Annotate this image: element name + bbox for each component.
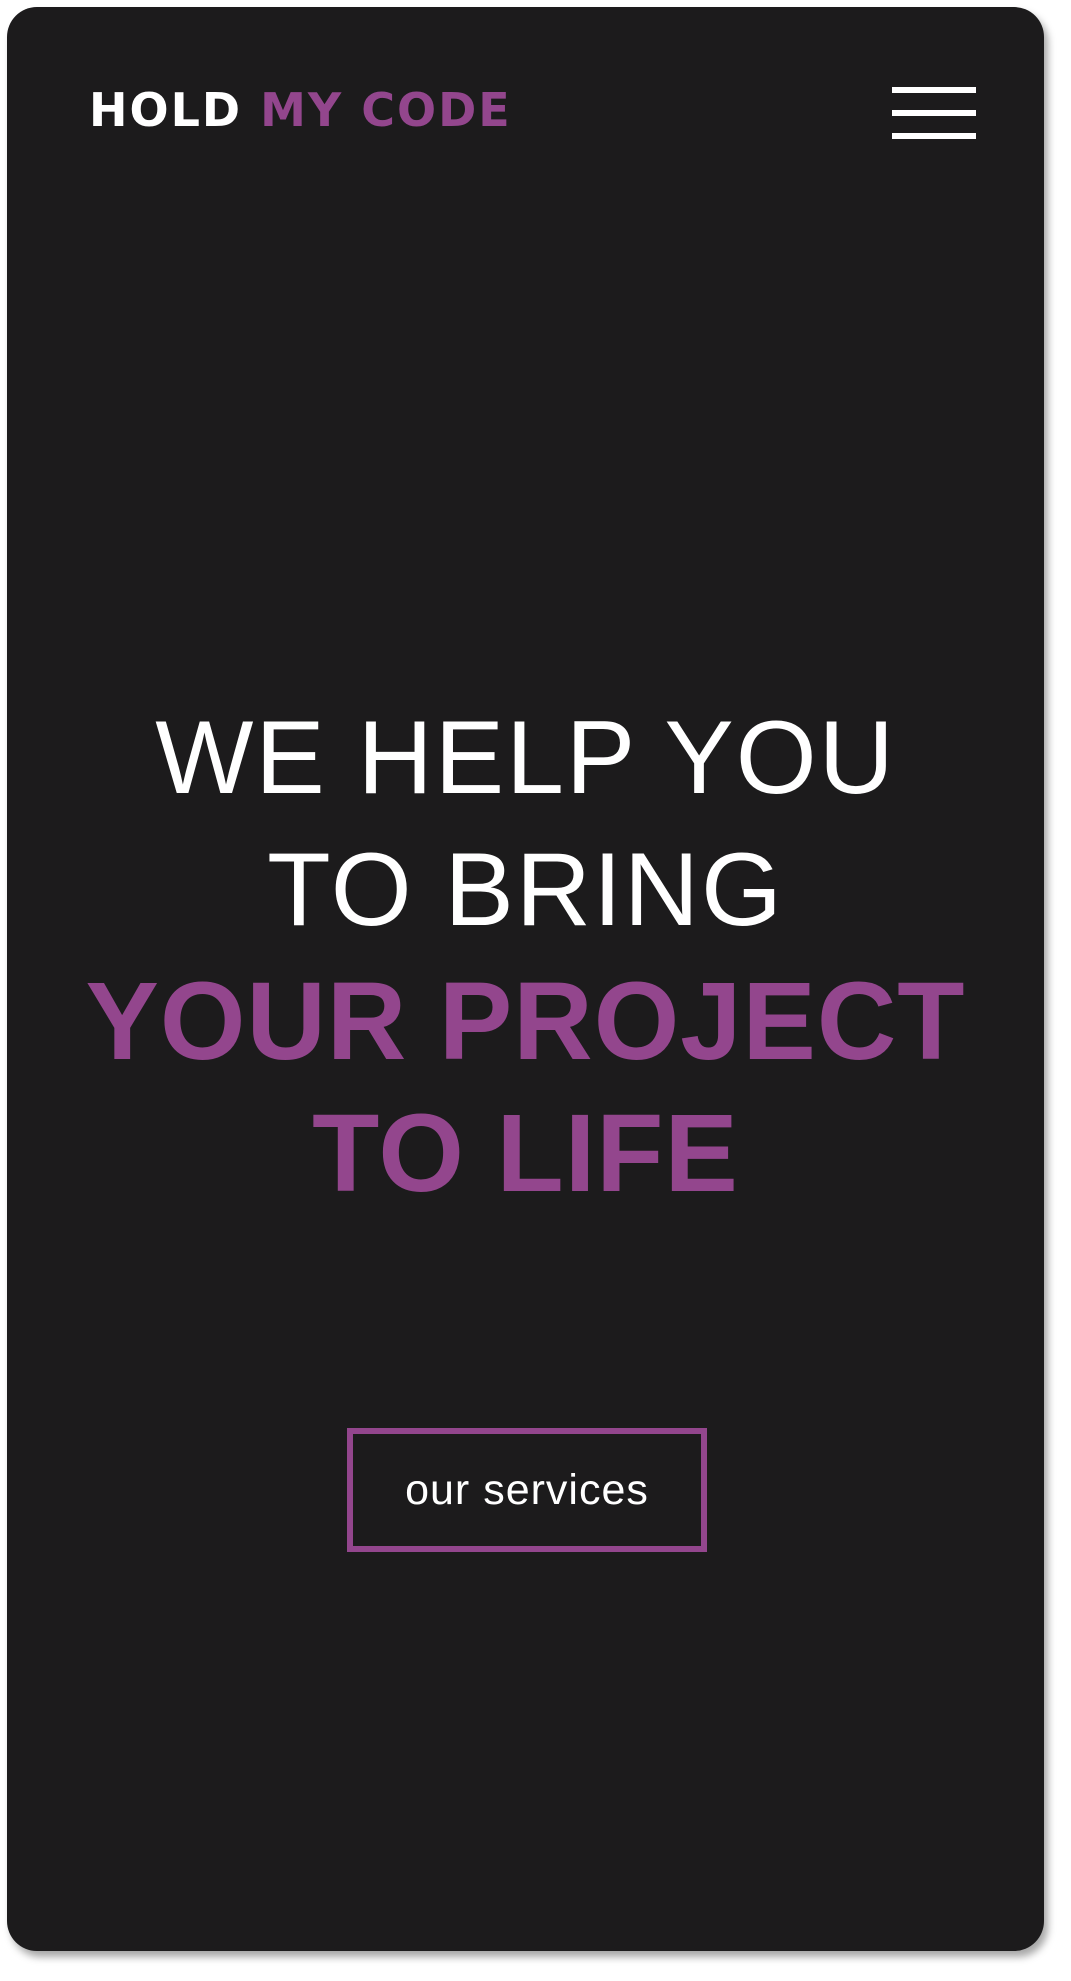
logo-word-my: MY (260, 83, 344, 137)
hero-line-2: TO BRING (267, 832, 784, 948)
hero-headline: WE HELP YOU TO BRING YOUR PROJECT TO LIF… (7, 692, 1044, 1220)
logo[interactable]: HOLD MY CODE (89, 85, 512, 135)
hero-line-4: TO LIFE (312, 1092, 739, 1215)
menu-bar-middle (892, 110, 976, 116)
menu-bar-top (892, 87, 976, 93)
logo-word-code: CODE (361, 83, 512, 137)
our-services-button[interactable]: our services (347, 1428, 707, 1552)
hamburger-menu-icon[interactable] (892, 87, 976, 143)
hero-line-3: YOUR PROJECT (85, 960, 966, 1083)
menu-bar-bottom (892, 133, 976, 139)
hero-line-1: WE HELP YOU (155, 700, 896, 816)
logo-word-hold: HOLD (89, 83, 243, 137)
our-services-label: our services (405, 1465, 649, 1514)
phone-screen: HOLD MY CODE WE HELP YOU TO BRING YOUR P… (7, 7, 1044, 1951)
